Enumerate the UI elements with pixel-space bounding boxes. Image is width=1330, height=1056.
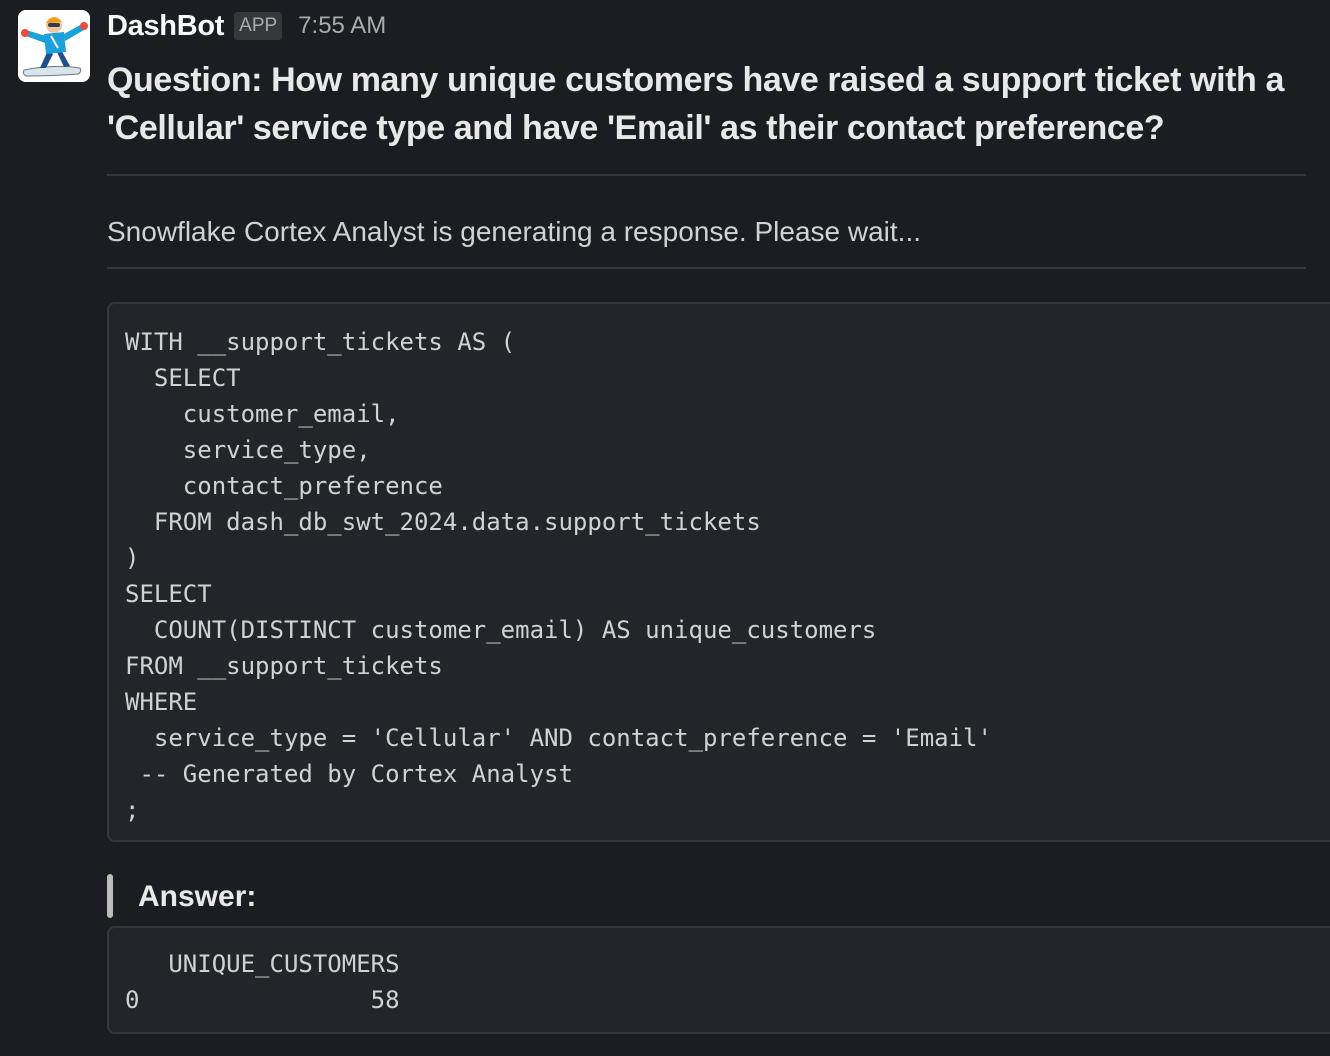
result-table-text: UNIQUE_CUSTOMERS 0 58 [125,950,400,1014]
bot-avatar[interactable] [18,10,90,82]
status-text: Snowflake Cortex Analyst is generating a… [107,216,921,247]
answer-label: Answer: [138,880,257,913]
app-badge: APP [234,12,283,40]
sql-code-block[interactable]: WITH __support_tickets AS ( SELECT custo… [107,302,1330,842]
divider-top [107,174,1306,176]
bot-name-link[interactable]: DashBot [107,10,224,43]
sql-code-text: WITH __support_tickets AS ( SELECT custo… [125,328,992,824]
result-code-block[interactable]: UNIQUE_CUSTOMERS 0 58 [107,926,1330,1034]
question-heading: Question: How many unique customers have… [107,61,1284,147]
answer-quote-bar [107,874,113,918]
divider-bottom [107,267,1306,269]
chat-message: DashBot APP 7:55 AM Question: How many u… [0,0,1330,1056]
message-header: DashBot APP 7:55 AM [107,8,386,44]
message-timestamp[interactable]: 7:55 AM [298,12,386,40]
snowboarder-avatar-icon [18,10,90,82]
